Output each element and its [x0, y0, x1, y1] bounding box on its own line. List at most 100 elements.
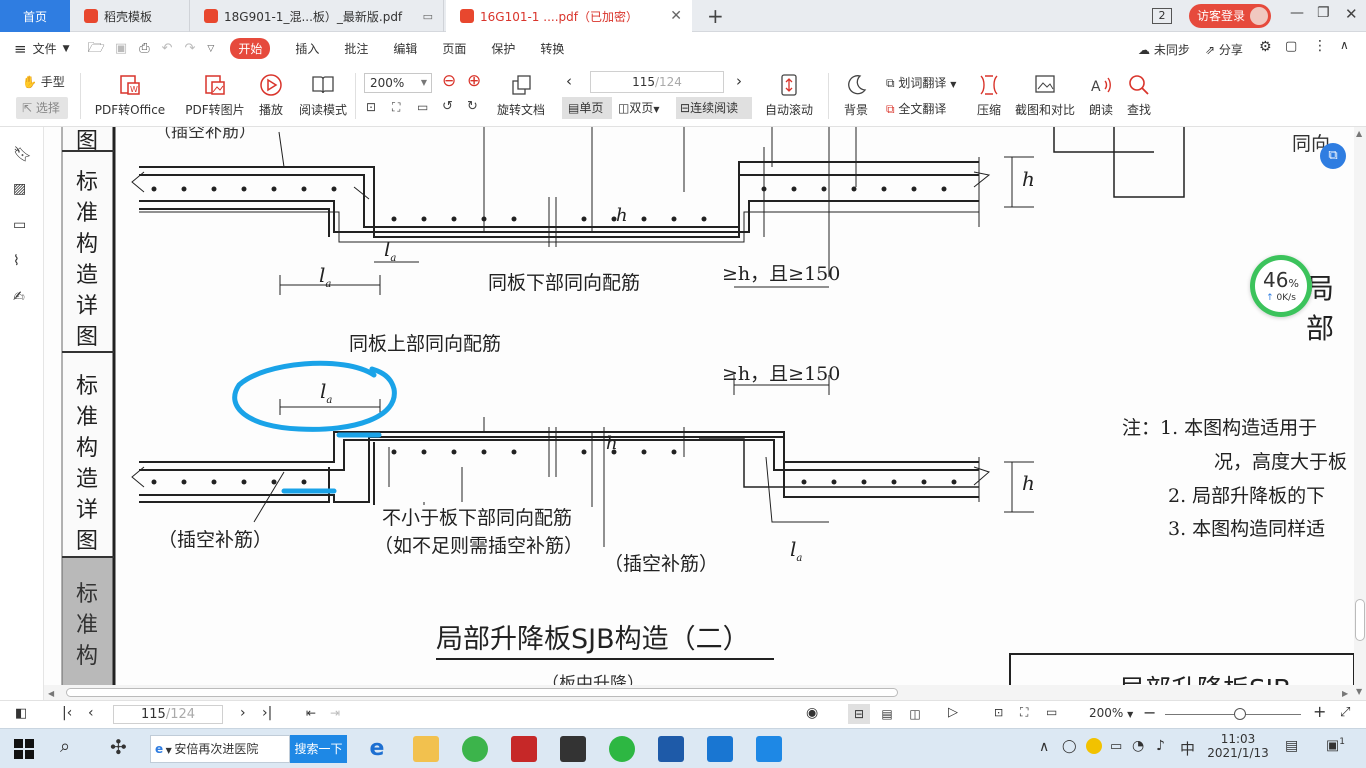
fit-width-icon[interactable]: ▭	[1046, 705, 1057, 719]
scroll-up-icon[interactable]: ▲	[1356, 129, 1362, 138]
prev-page-icon[interactable]: ‹	[566, 72, 572, 90]
video-player-icon[interactable]	[560, 736, 586, 762]
more-icon[interactable]: ⋮	[1313, 38, 1327, 54]
edge-icon[interactable]: e	[364, 736, 390, 762]
horizontal-scroll-thumb[interactable]	[66, 688, 898, 697]
zoom-dropdown[interactable]: 200% ▼	[1089, 706, 1133, 720]
word-translate-button[interactable]: ⧉ 划词翻译 ▼	[886, 74, 956, 91]
signature-icon[interactable]: ✍	[13, 289, 31, 307]
continuous-view-icon[interactable]: ⊟	[848, 704, 870, 724]
close-window-icon[interactable]: ✕	[1345, 5, 1358, 23]
menu-page[interactable]: 页面	[442, 40, 466, 57]
pdf-to-image-button[interactable]: PDF转图片	[185, 73, 245, 118]
menu-annotate[interactable]: 批注	[344, 40, 368, 57]
menu-start[interactable]: 开始	[230, 38, 271, 59]
hand-tool[interactable]: ✋ 手型	[22, 73, 65, 90]
close-tab-icon[interactable]: ✕	[670, 8, 682, 24]
zoom-slider-track[interactable]	[1165, 714, 1301, 715]
zoom-select[interactable]: 200% ▼	[364, 73, 432, 93]
play-button[interactable]: 播放	[257, 73, 285, 118]
rotate-right-icon[interactable]: ↻	[467, 99, 478, 114]
visitor-login-button[interactable]: 访客登录	[1189, 4, 1271, 28]
pdf-to-office-button[interactable]: W PDF转Office	[92, 73, 168, 118]
network-icon[interactable]: ◔	[1132, 738, 1144, 754]
ime-indicator[interactable]: 中	[1180, 738, 1195, 759]
fan-app-icon[interactable]: ✣	[110, 735, 127, 759]
tray-expand-icon[interactable]: ∧	[1039, 739, 1049, 755]
background-button[interactable]: 背景	[838, 73, 874, 118]
read-aloud-button[interactable]: A 朗读	[1086, 73, 1116, 118]
chevron-down-icon[interactable]: ▼	[63, 44, 70, 54]
wechat-icon[interactable]	[609, 736, 635, 762]
tray-360-icon[interactable]	[1086, 738, 1102, 754]
tray-bell-icon[interactable]: ◯	[1062, 739, 1077, 754]
attachment-icon[interactable]: ⌇	[13, 253, 31, 271]
vertical-scrollbar[interactable]: ▲ ▼	[1354, 127, 1366, 700]
comment-icon[interactable]: ▢	[1285, 39, 1297, 54]
file-explorer-icon[interactable]	[413, 736, 439, 762]
bookmark-icon[interactable]: 🔖︎	[13, 145, 32, 163]
zoom-slider-thumb[interactable]	[1234, 708, 1246, 720]
blue-app-icon[interactable]	[707, 736, 733, 762]
scroll-left-icon[interactable]: ◀	[48, 689, 54, 698]
menu-edit[interactable]: 编辑	[393, 40, 417, 57]
share-button[interactable]: ⇗ 分享	[1205, 41, 1243, 58]
scroll-down-icon[interactable]: ▼	[1356, 687, 1362, 696]
save-icon[interactable]: ▣	[115, 41, 127, 56]
auto-scroll-button[interactable]: 自动滚动	[760, 73, 818, 118]
play-icon[interactable]: ▷	[948, 705, 958, 720]
menu-file[interactable]: 文件	[33, 40, 57, 57]
vertical-scroll-thumb[interactable]	[1355, 599, 1365, 641]
next-page-icon[interactable]: ›	[240, 705, 246, 721]
new-tab-icon[interactable]: +	[707, 4, 724, 28]
double-page-button[interactable]: ◫双页▼	[618, 97, 660, 121]
battery-icon[interactable]: ▭	[1110, 739, 1122, 754]
forward-icon[interactable]: ⇥	[330, 706, 340, 720]
zoom-in-icon[interactable]: +	[1313, 702, 1326, 721]
double-view-icon[interactable]: ◫	[904, 704, 926, 724]
tab-home[interactable]: 首页	[0, 0, 70, 32]
single-view-icon[interactable]: ▤	[876, 704, 898, 724]
scroll-right-icon[interactable]: ▶	[1342, 689, 1348, 698]
tab-doc-18g901[interactable]: 18G901-1_混...板）_最新版.pdf ▭	[190, 0, 444, 32]
zoom-out-icon[interactable]: ⊖	[442, 71, 456, 91]
volume-icon[interactable]: ♪	[1156, 738, 1165, 754]
tab-pin-icon[interactable]: ▭	[423, 10, 433, 23]
actual-size-icon[interactable]: ⊡	[366, 100, 376, 114]
hamburger-icon[interactable]: ≡	[14, 40, 27, 58]
settings-icon[interactable]: ⚙	[1259, 39, 1272, 55]
network-speed-widget[interactable]: 46% ↑ 0K/s	[1250, 255, 1312, 317]
status-page-field[interactable]: 115/124	[113, 705, 223, 724]
search-icon[interactable]: ⌕	[60, 736, 70, 757]
fit-page-icon[interactable]: ⛶	[1020, 705, 1028, 720]
redo-icon[interactable]: ↷	[185, 41, 196, 56]
zoom-in-icon[interactable]: ⊕	[467, 71, 481, 91]
action-center-icon[interactable]: ▤	[1285, 738, 1298, 754]
print-icon[interactable]: ⎙	[139, 41, 149, 56]
cad-viewer-icon[interactable]	[658, 736, 684, 762]
minimize-icon[interactable]: —	[1290, 5, 1304, 21]
read-mode-button[interactable]: 阅读模式	[298, 73, 348, 118]
tab-doc-16g101[interactable]: 16G101-1 ....pdf（已加密） ✕	[446, 0, 692, 32]
thumbnail-icon[interactable]: ▨	[13, 181, 31, 199]
full-translate-button[interactable]: ⧉ 全文翻译	[886, 100, 946, 117]
browser-360-icon[interactable]	[462, 736, 488, 762]
windows-start-icon[interactable]	[14, 739, 34, 759]
menu-protect[interactable]: 保护	[491, 40, 515, 57]
zoom-out-icon[interactable]: −	[1143, 703, 1156, 722]
sync-status[interactable]: ☁ 未同步	[1138, 41, 1190, 58]
undo-icon[interactable]: ↶	[162, 41, 173, 56]
tab-docer[interactable]: 稻壳模板	[70, 0, 190, 32]
taskbar-search-button[interactable]: 搜索一下	[290, 735, 347, 763]
page-number-field[interactable]: 115/124	[590, 71, 724, 93]
back-icon[interactable]: ⇤	[306, 706, 316, 720]
quick-access-chevron-icon[interactable]: ▽	[207, 44, 214, 54]
collapse-ribbon-icon[interactable]: ∧	[1340, 38, 1349, 52]
float-tool-icon[interactable]: ⧉	[1320, 143, 1346, 169]
open-folder-icon[interactable]: 🗁	[88, 37, 105, 61]
prev-page-icon[interactable]: ‹	[88, 705, 94, 721]
screenshot-compare-button[interactable]: 截图和对比	[1014, 73, 1076, 118]
menu-convert[interactable]: 转换	[540, 40, 564, 57]
compress-button[interactable]: 压缩	[974, 73, 1004, 118]
autocad-icon[interactable]	[511, 736, 537, 762]
